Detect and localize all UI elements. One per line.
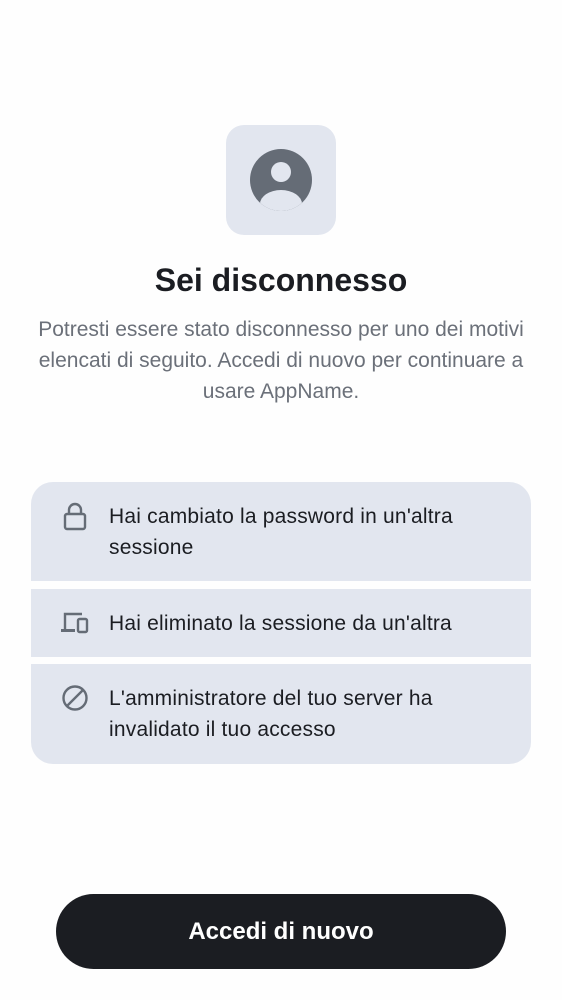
reason-text: Hai cambiato la password in un'altra ses… <box>109 505 453 559</box>
avatar-tile <box>226 125 336 235</box>
reason-text: L'amministratore del tuo server ha inval… <box>109 687 433 741</box>
sign-in-again-button[interactable]: Accedi di nuovo <box>56 894 506 969</box>
lock-icon <box>59 500 91 532</box>
page-title: Sei disconnesso <box>154 262 408 298</box>
reason-password-changed: Hai cambiato la password in un'altra ses… <box>31 482 531 581</box>
reason-session-deleted: Hai eliminato la sessione da un'altra <box>31 589 531 657</box>
devices-icon <box>59 607 91 639</box>
reason-text: Hai eliminato la sessione da un'altra <box>109 612 452 635</box>
reasons-list: Hai cambiato la password in un'altra ses… <box>31 482 531 764</box>
page-description: Potresti essere stato disconnesso per un… <box>38 318 524 403</box>
user-avatar-icon <box>250 149 312 211</box>
block-icon <box>59 682 91 714</box>
reason-access-invalidated: L'amministratore del tuo server ha inval… <box>31 664 531 764</box>
